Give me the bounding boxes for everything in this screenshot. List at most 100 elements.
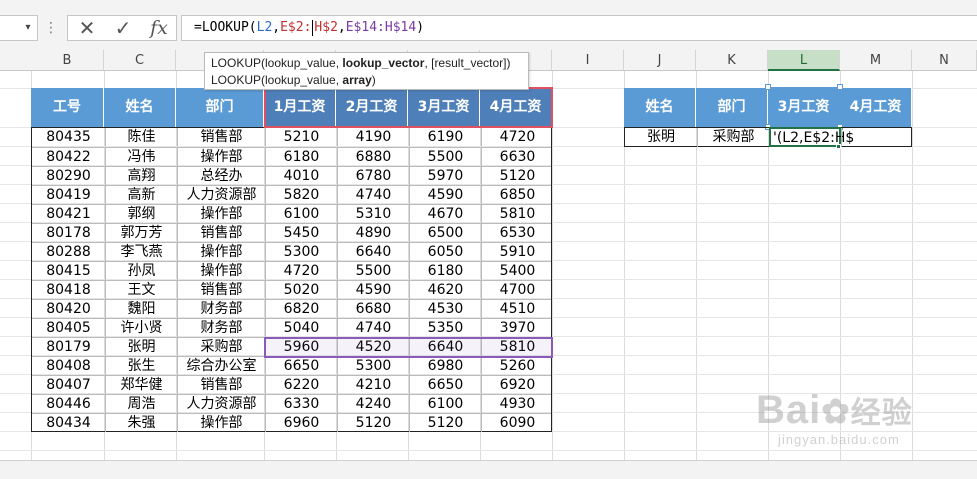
column-header-m[interactable]: M <box>840 50 912 71</box>
cell-feb[interactable]: 4740 <box>337 319 409 337</box>
cell-mar[interactable]: 6500 <box>409 224 481 242</box>
cell-feb[interactable]: 5310 <box>337 205 409 223</box>
cell-jan[interactable]: 4720 <box>265 262 337 280</box>
cell-apr[interactable]: 4930 <box>481 395 553 413</box>
cell-name[interactable]: 陈佳 <box>105 128 177 146</box>
cell-apr[interactable]: 3970 <box>481 319 553 337</box>
cell-name[interactable]: 张明 <box>105 338 177 356</box>
cell-jan[interactable]: 5450 <box>265 224 337 242</box>
lookup-header-name[interactable]: 姓名 <box>624 88 696 127</box>
cell-feb[interactable]: 5120 <box>337 414 409 432</box>
column-header-l[interactable]: L <box>768 50 840 71</box>
lookup-cell-dept[interactable]: 采购部 <box>697 128 769 147</box>
column-header-b[interactable]: B <box>31 50 104 71</box>
cell-feb[interactable]: 4890 <box>337 224 409 242</box>
cell-jan[interactable]: 6100 <box>265 205 337 223</box>
cell-name[interactable]: 李飞燕 <box>105 243 177 261</box>
cell-mar[interactable]: 5350 <box>409 319 481 337</box>
cell-apr[interactable]: 5400 <box>481 262 553 280</box>
cell-id[interactable]: 80290 <box>32 167 105 185</box>
cell-dept[interactable]: 采购部 <box>177 338 265 356</box>
cell-id[interactable]: 80415 <box>32 262 105 280</box>
cell-jan[interactable]: 6820 <box>265 300 337 318</box>
cell-id[interactable]: 80421 <box>32 205 105 223</box>
cell-id[interactable]: 80408 <box>32 357 105 375</box>
column-header-j[interactable]: J <box>624 50 696 71</box>
cell-id[interactable]: 80405 <box>32 319 105 337</box>
formula-bar-grip-icon[interactable]: ⋮ <box>44 15 58 41</box>
cell-dept[interactable]: 财务部 <box>177 319 265 337</box>
cell-jan[interactable]: 6220 <box>265 376 337 394</box>
cell-feb[interactable]: 6680 <box>337 300 409 318</box>
formula-input[interactable]: =LOOKUP(L2,E$2: H$2,E$14:H$14) <box>181 15 977 41</box>
cell-id[interactable]: 80422 <box>32 148 105 166</box>
cell-dept[interactable]: 人力资源部 <box>177 186 265 204</box>
cell-name[interactable]: 高翔 <box>105 167 177 185</box>
cell-jan[interactable]: 5300 <box>265 243 337 261</box>
cell-dept[interactable]: 操作部 <box>177 262 265 280</box>
lookup-cell-apr[interactable] <box>841 128 912 147</box>
cell-name[interactable]: 孙凤 <box>105 262 177 280</box>
column-header-c[interactable]: C <box>104 50 176 71</box>
cell-mar[interactable]: 6980 <box>409 357 481 375</box>
cell-feb[interactable]: 5300 <box>337 357 409 375</box>
cell-apr[interactable]: 6630 <box>481 148 553 166</box>
cell-dept[interactable]: 综合办公室 <box>177 357 265 375</box>
cell-apr[interactable]: 5910 <box>481 243 553 261</box>
cell-id[interactable]: 80407 <box>32 376 105 394</box>
cell-feb[interactable]: 4190 <box>337 128 409 146</box>
cell-dept[interactable]: 财务部 <box>177 300 265 318</box>
cell-apr[interactable]: 5120 <box>481 167 553 185</box>
cell-id[interactable]: 80446 <box>32 395 105 413</box>
cell-feb[interactable]: 4210 <box>337 376 409 394</box>
cell-dept[interactable]: 操作部 <box>177 205 265 223</box>
cell-dept[interactable]: 销售部 <box>177 376 265 394</box>
fill-handle[interactable] <box>836 144 841 149</box>
cancel-icon[interactable]: ✕ <box>70 16 104 40</box>
cell-mar[interactable]: 4590 <box>409 186 481 204</box>
cell-apr[interactable]: 4510 <box>481 300 553 318</box>
active-cell-l3-editing[interactable]: '(L2,E$2:H$ <box>769 127 854 147</box>
cell-apr[interactable]: 6920 <box>481 376 553 394</box>
column-header-i[interactable]: I <box>552 50 624 71</box>
lookup-cell-name[interactable]: 张明 <box>625 128 697 147</box>
cell-dept[interactable]: 总经办 <box>177 167 265 185</box>
cell-mar[interactable]: 6650 <box>409 376 481 394</box>
cell-name[interactable]: 王文 <box>105 281 177 299</box>
cell-mar[interactable]: 5970 <box>409 167 481 185</box>
cell-id[interactable]: 80434 <box>32 414 105 432</box>
cell-name[interactable]: 冯伟 <box>105 148 177 166</box>
header-cell-dept[interactable]: 部门 <box>176 88 264 127</box>
cell-feb[interactable]: 4590 <box>337 281 409 299</box>
cell-feb[interactable]: 4740 <box>337 186 409 204</box>
cell-jan[interactable]: 6330 <box>265 395 337 413</box>
cell-name[interactable]: 朱强 <box>105 414 177 432</box>
cell-name[interactable]: 魏阳 <box>105 300 177 318</box>
cell-name[interactable]: 高新 <box>105 186 177 204</box>
cell-apr[interactable]: 5260 <box>481 357 553 375</box>
lookup-header-dept[interactable]: 部门 <box>696 88 768 127</box>
cell-jan[interactable]: 5820 <box>265 186 337 204</box>
cell-name[interactable]: 郭纲 <box>105 205 177 223</box>
cell-name[interactable]: 郑华健 <box>105 376 177 394</box>
cell-jan[interactable]: 5020 <box>265 281 337 299</box>
cell-jan[interactable]: 5210 <box>265 128 337 146</box>
cell-feb[interactable]: 6640 <box>337 243 409 261</box>
lookup-header-apr[interactable]: 4月工资 <box>840 88 912 127</box>
tooltip-syntax-array[interactable]: LOOKUP(lookup_value, array) <box>211 72 522 89</box>
column-header-n[interactable]: N <box>912 50 977 71</box>
cell-mar[interactable]: 4530 <box>409 300 481 318</box>
tooltip-syntax-vector[interactable]: LOOKUP(lookup_value, lookup_vector, [res… <box>211 55 522 72</box>
cell-apr[interactable]: 4720 <box>481 128 553 146</box>
cell-jan[interactable]: 6180 <box>265 148 337 166</box>
cell-dept[interactable]: 操作部 <box>177 414 265 432</box>
cell-mar[interactable]: 6180 <box>409 262 481 280</box>
cell-apr[interactable]: 6090 <box>481 414 553 432</box>
cell-dept[interactable]: 销售部 <box>177 224 265 242</box>
range-handle[interactable] <box>837 84 843 90</box>
cell-jan[interactable]: 4010 <box>265 167 337 185</box>
header-cell-name[interactable]: 姓名 <box>104 88 176 127</box>
cell-dept[interactable]: 操作部 <box>177 148 265 166</box>
cell-apr[interactable]: 4700 <box>481 281 553 299</box>
cell-jan[interactable]: 6960 <box>265 414 337 432</box>
